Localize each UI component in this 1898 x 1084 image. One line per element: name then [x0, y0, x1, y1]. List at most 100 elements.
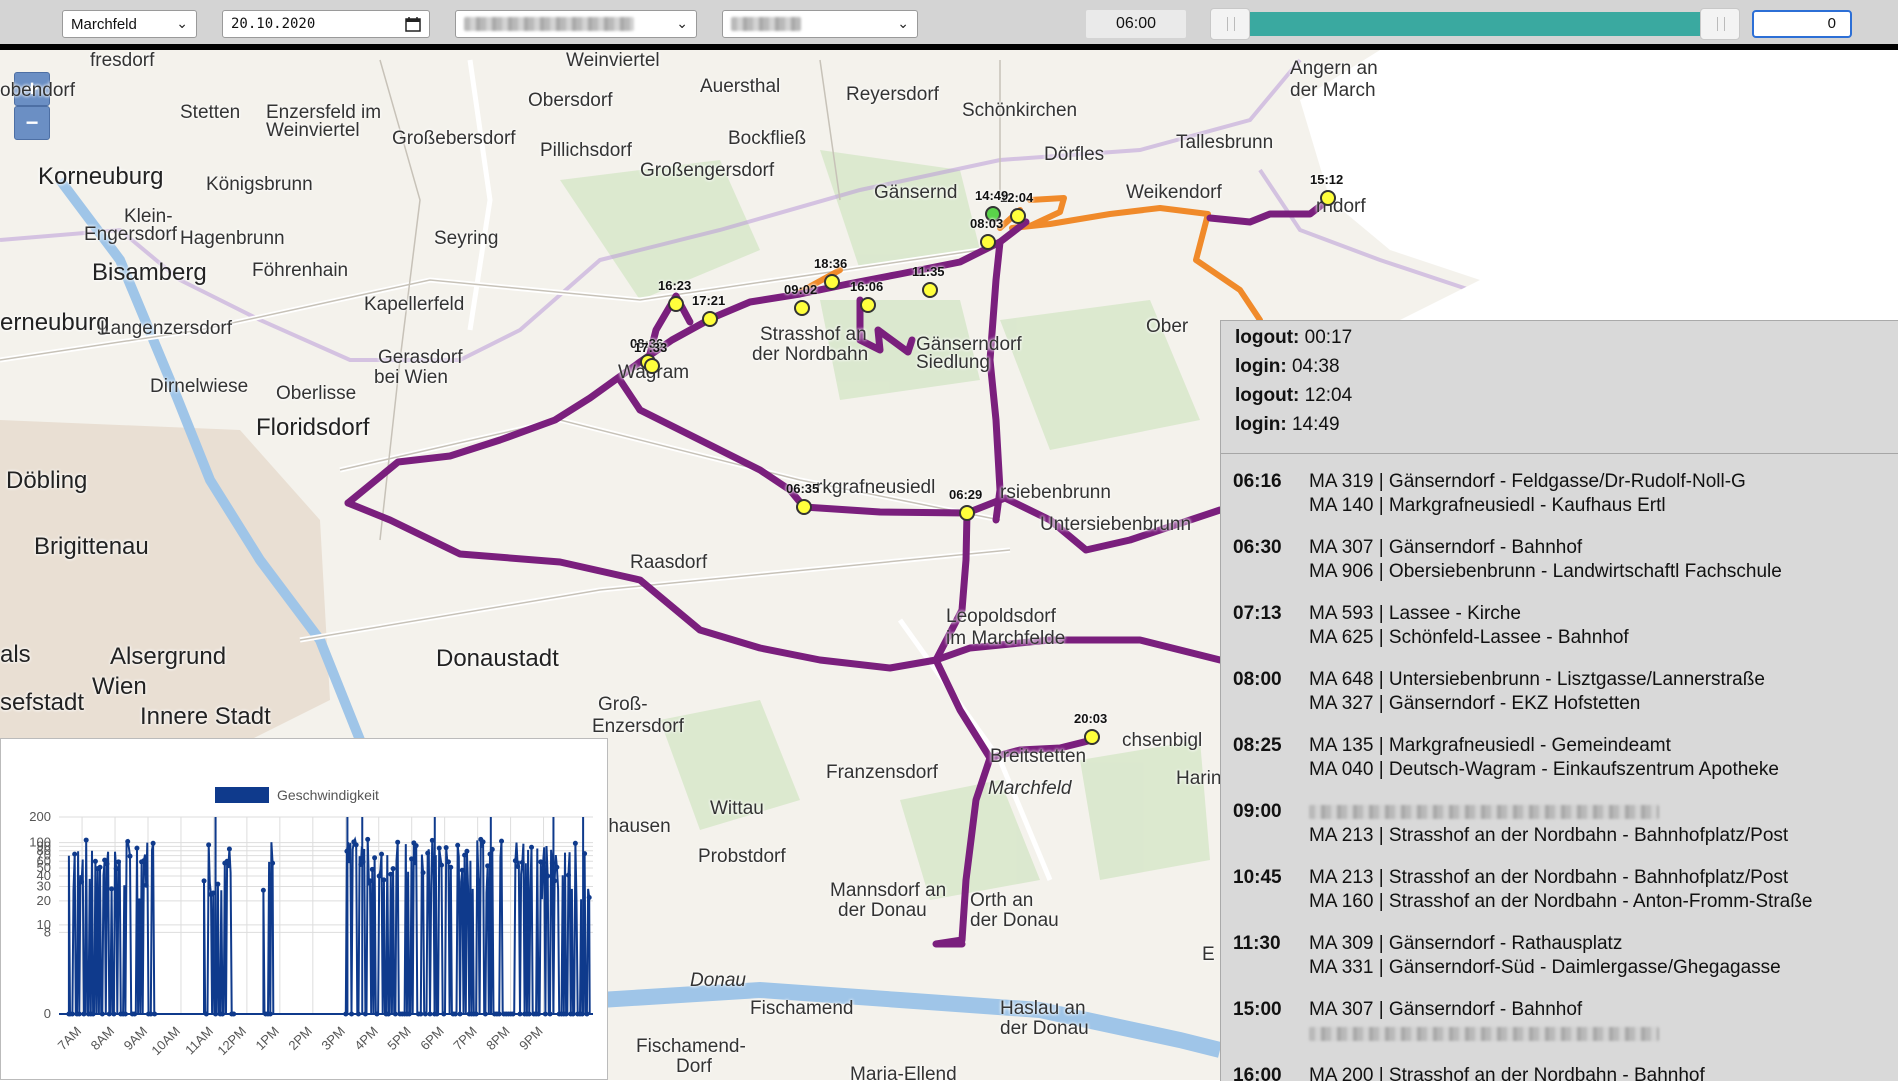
stop-marker-icon[interactable] — [1084, 729, 1100, 745]
region-select[interactable]: Marchfeld ⌄ — [62, 10, 197, 38]
y-tick-label: 10 — [37, 917, 51, 932]
stop-entry[interactable]: 06:16 MA 319 | Gänserndorf - Feldgasse/Dr… — [1221, 470, 1898, 536]
place-label: rkgrafneusiedl — [816, 477, 936, 498]
stop-entry[interactable]: 09:00 MA 213 | Strasshof an der Nordbahn … — [1221, 800, 1898, 866]
entry-line2: MA 160 | Strasshof an der Nordbahn - Ant… — [1309, 891, 1813, 912]
data-point — [106, 1011, 112, 1017]
place-label: Gänsernd — [874, 182, 958, 203]
stop-marker-icon[interactable] — [824, 274, 840, 290]
entry-time: 11:30 — [1233, 933, 1281, 954]
data-point — [457, 1011, 463, 1017]
place-label: Brigittenau — [34, 533, 149, 560]
place-label: Orth an — [970, 890, 1034, 911]
place-label: Reyersdorf — [846, 84, 939, 105]
stop-entry[interactable]: 08:00 MA 648 | Untersiebenbrunn - Lisztga… — [1221, 668, 1898, 734]
stop-marker-icon[interactable] — [980, 234, 996, 250]
data-point — [81, 1011, 87, 1017]
x-tick-label: 4PM — [351, 1024, 381, 1054]
stop-marker-icon[interactable] — [702, 311, 718, 327]
stop-time-label: 20:03 — [1074, 711, 1108, 726]
data-point — [344, 848, 350, 854]
data-point — [473, 1011, 479, 1017]
data-point — [420, 870, 426, 876]
place-label: Floridsdorf — [256, 414, 370, 441]
slider-range-fill — [1236, 12, 1716, 36]
data-point — [448, 864, 454, 870]
place-label: Obersdorf — [528, 90, 613, 111]
x-tick-label: 9AM — [121, 1024, 151, 1054]
stop-entry[interactable]: 06:30 MA 307 | Gänserndorf - Bahnhof MA 90… — [1221, 536, 1898, 602]
stop-entry[interactable]: 16:00 MA 200 | Strasshof an der Nordbahn … — [1221, 1064, 1898, 1081]
stop-marker-icon[interactable] — [668, 296, 684, 312]
stop-marker-icon[interactable] — [959, 505, 975, 521]
place-label: Korneuburg — [38, 163, 164, 190]
stop-entry[interactable]: 10:45 MA 213 | Strasshof an der Nordbahn … — [1221, 866, 1898, 932]
calendar-icon — [405, 16, 421, 36]
place-label: Donaustadt — [436, 645, 559, 672]
entry-line1: MA 307 | Gänserndorf - Bahnhof — [1309, 537, 1583, 558]
entry-line2: MA 331 | Gänserndorf-Süd - Daimlergasse/… — [1309, 957, 1781, 978]
data-point — [452, 1011, 458, 1017]
session-row: login: 14:49 — [1235, 410, 1885, 439]
stop-entry[interactable]: 08:25 MA 135 | Markgrafneusiedl - Gemeind… — [1221, 734, 1898, 800]
legend-swatch — [215, 787, 269, 803]
data-point — [475, 878, 481, 884]
data-point — [443, 845, 449, 851]
stop-entry[interactable]: 15:00 MA 307 | Gänserndorf - Bahnhof — [1221, 998, 1898, 1064]
redacted-text — [731, 17, 801, 31]
redacted-text — [464, 17, 634, 31]
place-label: bei Wien — [374, 367, 448, 388]
vehicle-select[interactable]: ⌄ — [455, 10, 697, 38]
entry-line2: MA 625 | Schönfeld-Lassee - Bahnhof — [1309, 627, 1629, 648]
place-label: rsiebenbrunn — [1000, 482, 1111, 503]
driver-select[interactable]: ⌄ — [722, 10, 918, 38]
count-input[interactable]: 0 — [1752, 10, 1852, 38]
data-point — [512, 858, 518, 864]
stop-entry[interactable]: 11:30 MA 309 | Gänserndorf - Rathausplatz… — [1221, 932, 1898, 998]
slider-handle-end[interactable] — [1700, 8, 1740, 40]
entry-time: 09:00 — [1233, 801, 1282, 822]
entry-line2: MA 906 | Obersiebenbrunn - Landwirtschaf… — [1309, 561, 1782, 582]
data-point — [459, 867, 465, 873]
zoom-out-button[interactable]: − — [14, 106, 50, 140]
x-tick-label: 8AM — [88, 1024, 118, 1054]
stop-marker-icon[interactable] — [794, 300, 810, 316]
place-label: Bockfließ — [728, 128, 807, 149]
stop-time-label: 06:29 — [949, 487, 983, 502]
date-input[interactable]: 20.10.2020 — [222, 10, 430, 38]
data-point — [429, 837, 435, 843]
place-label: Leopoldsdorf — [946, 606, 1056, 627]
data-point — [487, 851, 493, 857]
data-point — [365, 836, 371, 842]
session-row: logout: 12:04 — [1235, 381, 1885, 410]
data-point — [385, 1011, 391, 1017]
place-label: Gerasdorf — [378, 347, 463, 368]
session-label: login: — [1235, 356, 1287, 377]
data-point — [111, 1011, 117, 1017]
data-point — [549, 860, 555, 866]
time-range-slider[interactable] — [1210, 8, 1740, 40]
data-point — [392, 1011, 398, 1017]
stop-marker-icon[interactable] — [922, 282, 938, 298]
data-point — [439, 862, 445, 868]
x-tick-label: 2PM — [285, 1024, 315, 1054]
data-point — [115, 859, 121, 865]
place-label: Siedlung — [916, 352, 990, 373]
place-label: der Nordbahn — [752, 344, 869, 365]
stop-marker-icon[interactable] — [1010, 208, 1026, 224]
slider-handle-start[interactable] — [1210, 8, 1250, 40]
y-tick-label: 0 — [44, 1006, 51, 1021]
stop-marker-icon[interactable] — [1320, 190, 1336, 206]
stop-marker-icon[interactable] — [644, 358, 660, 374]
place-label: als — [0, 641, 31, 668]
place-label: der Donau — [838, 900, 927, 921]
stop-marker-icon[interactable] — [796, 499, 812, 515]
place-label: Breitstetten — [990, 746, 1087, 767]
stop-marker-icon[interactable] — [860, 297, 876, 313]
place-label: Haslau an — [1000, 998, 1086, 1019]
data-point — [79, 879, 85, 885]
stop-entry[interactable]: 07:13 MA 593 | Lassee - Kirche MA 625 | Sc… — [1221, 602, 1898, 668]
data-point — [455, 842, 461, 848]
entry-line1: MA 309 | Gänserndorf - Rathausplatz — [1309, 933, 1623, 954]
data-point — [201, 878, 207, 884]
